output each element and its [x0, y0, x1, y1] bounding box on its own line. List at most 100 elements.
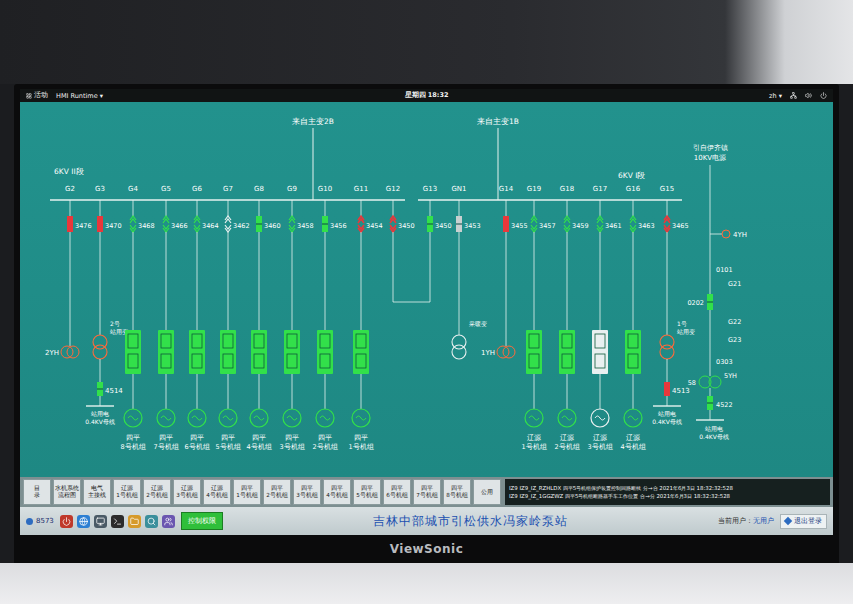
feeder-bay[interactable]: G123450 — [386, 185, 415, 302]
breaker-cart[interactable] — [390, 216, 396, 232]
feeder-bay[interactable]: G1434551YH — [481, 185, 528, 358]
breaker-body[interactable] — [67, 216, 73, 232]
feeder-bay[interactable]: G103456四平2号机组 — [312, 185, 346, 451]
feeder-bay[interactable]: G183459辽源2号机组 — [554, 185, 588, 451]
breaker-body[interactable] — [256, 216, 262, 232]
logout-button[interactable]: 退出登录 — [780, 514, 827, 529]
station-transformer[interactable]: 2号站用变4514站用电0.4KV母线 — [85, 232, 128, 425]
switch[interactable] — [707, 396, 713, 410]
feeder-bay[interactable]: G113454四平1号机组 — [348, 185, 382, 451]
feeder-bay[interactable]: GN13453采暖变 — [451, 185, 487, 359]
breaker-cart[interactable] — [225, 216, 231, 232]
switch-body[interactable] — [664, 382, 670, 396]
breaker-body[interactable] — [456, 216, 462, 232]
breaker[interactable] — [67, 216, 73, 232]
nav-button[interactable]: 辽源2号机组 — [143, 479, 171, 505]
activities-button[interactable]: 活动 — [26, 91, 48, 100]
pump-unit[interactable]: 四平4号机组 — [246, 232, 271, 451]
breaker-body[interactable] — [97, 216, 103, 232]
switch[interactable] — [97, 382, 103, 396]
switch-body[interactable] — [707, 396, 713, 410]
nav-button[interactable]: 电气主接线 — [83, 479, 111, 505]
soft-starter[interactable] — [559, 330, 575, 374]
feeder-bay[interactable]: G173461辽源3号机组 — [587, 185, 621, 451]
feeder-bay[interactable]: G93458四平3号机组 — [279, 185, 313, 451]
control-permission-button[interactable]: 控制权限 — [181, 512, 223, 530]
breaker-cart[interactable] — [289, 216, 295, 232]
soft-starter[interactable] — [526, 330, 542, 374]
switch-body[interactable] — [97, 382, 103, 396]
tray-button[interactable] — [111, 515, 124, 528]
feeder-bay[interactable]: G73462四平5号机组 — [215, 185, 249, 451]
breaker[interactable] — [256, 216, 262, 232]
feeder-bay[interactable]: G234762YH — [45, 185, 92, 358]
language-menu[interactable]: zh ▾ — [769, 92, 782, 100]
nav-button[interactable]: 四平3号机组 — [293, 479, 321, 505]
nav-button[interactable]: 辽源1号机组 — [113, 479, 141, 505]
nav-button[interactable]: 四平8号机组 — [443, 479, 471, 505]
breaker[interactable] — [322, 216, 328, 232]
motor-icon[interactable] — [250, 409, 268, 427]
motor-icon[interactable] — [157, 409, 175, 427]
pump-unit[interactable]: 四平3号机组 — [279, 232, 304, 451]
feeder-bay[interactable]: G63464四平6号机组 — [184, 185, 218, 451]
breaker[interactable] — [97, 216, 103, 232]
soft-starter[interactable] — [251, 330, 267, 374]
pump-unit[interactable]: 四平6号机组 — [184, 232, 209, 451]
tray-button[interactable] — [94, 515, 107, 528]
breaker-body[interactable] — [707, 294, 713, 310]
nav-button[interactable]: 四平5号机组 — [353, 479, 381, 505]
motor-icon[interactable] — [188, 409, 206, 427]
feeder-bay[interactable]: G193457辽源1号机组 — [521, 185, 555, 451]
feeder-bay[interactable]: G133450 — [423, 185, 452, 302]
cart-chevrons[interactable] — [390, 216, 396, 232]
nav-button[interactable]: 四平4号机组 — [323, 479, 351, 505]
pump-unit[interactable]: 辽源1号机组 — [521, 232, 546, 451]
nav-button[interactable]: 水机系统流程图 — [53, 479, 81, 505]
cart-chevrons[interactable] — [531, 216, 537, 232]
clock[interactable]: 星期四 18:32 — [405, 91, 449, 100]
pump-unit[interactable]: 辽源3号机组 — [587, 232, 612, 451]
nav-button[interactable]: 公用 — [473, 479, 501, 505]
soft-starter[interactable] — [189, 330, 205, 374]
tray-button[interactable] — [162, 515, 175, 528]
cart-chevrons[interactable] — [130, 216, 136, 232]
breaker[interactable] — [456, 216, 462, 232]
motor-icon[interactable] — [124, 409, 142, 427]
voltage-transformer[interactable]: 2YH — [45, 232, 79, 358]
tray-button[interactable] — [77, 515, 90, 528]
external-supply[interactable]: 引自伊齐镇10KV电源4YH0101G21G22G23030302025YH58… — [687, 144, 747, 440]
cart-chevrons[interactable] — [630, 216, 636, 232]
power-icon[interactable] — [820, 92, 827, 99]
feeder-bay[interactable]: G43468四平8号机组 — [120, 185, 154, 451]
breaker-body[interactable] — [322, 216, 328, 232]
network-icon[interactable] — [790, 92, 797, 99]
motor-icon[interactable] — [316, 409, 334, 427]
motor-icon[interactable] — [525, 409, 543, 427]
station-transformer[interactable]: 采暖变 — [452, 232, 487, 359]
breaker-cart[interactable] — [531, 216, 537, 232]
voltage-transformer[interactable]: 1YH — [481, 232, 515, 358]
soft-starter[interactable] — [158, 330, 174, 374]
cart-chevrons[interactable] — [564, 216, 570, 232]
pump-unit[interactable]: 辽源4号机组 — [620, 232, 645, 451]
breaker-cart[interactable] — [358, 216, 364, 232]
pump-unit[interactable]: 四平5号机组 — [215, 232, 240, 451]
cart-chevrons[interactable] — [194, 216, 200, 232]
cart-chevrons[interactable] — [358, 216, 364, 232]
nav-button[interactable]: 目录 — [23, 479, 51, 505]
pump-unit[interactable]: 辽源2号机组 — [554, 232, 579, 451]
app-menu[interactable]: HMI Runtime ▾ — [56, 92, 103, 100]
soft-starter[interactable] — [284, 330, 300, 374]
breaker-body[interactable] — [503, 216, 509, 232]
breaker-cart[interactable] — [664, 216, 670, 232]
breaker-cart[interactable] — [630, 216, 636, 232]
cart-chevrons[interactable] — [289, 216, 295, 232]
breaker-cart[interactable] — [130, 216, 136, 232]
cart-chevrons[interactable] — [225, 216, 231, 232]
tray-button[interactable] — [60, 515, 73, 528]
volume-icon[interactable] — [805, 92, 812, 99]
feeder-bay[interactable]: G53466四平7号机组 — [153, 185, 187, 451]
tray-button[interactable] — [128, 515, 141, 528]
pump-unit[interactable]: 四平7号机组 — [153, 232, 178, 451]
